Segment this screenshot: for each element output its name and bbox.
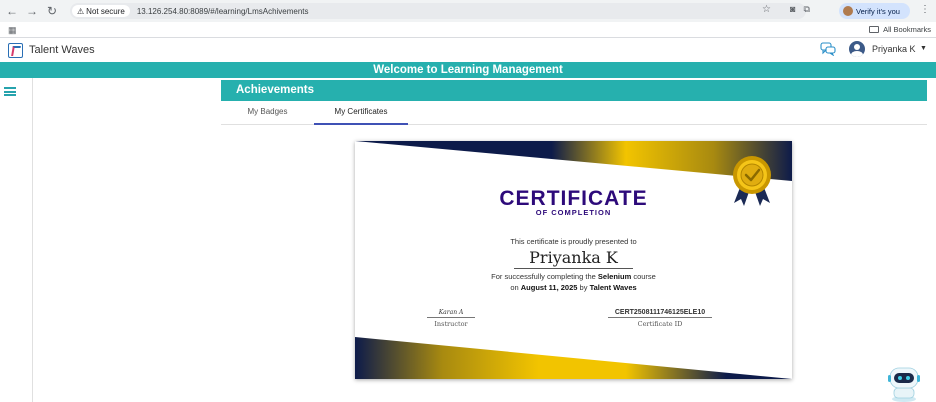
folder-icon	[869, 26, 880, 33]
apps-grid-icon[interactable]: ▦	[8, 25, 17, 36]
not-secure-label: Not secure	[86, 6, 125, 16]
certificate-card[interactable]: CERTIFICATE OF COMPLETION This certifica…	[355, 141, 792, 379]
app-header: Talent Waves Priyanka K ▼	[0, 38, 936, 62]
chatbot-robot-icon[interactable]	[884, 362, 924, 402]
chat-icon[interactable]	[820, 42, 836, 56]
tab-my-badges[interactable]: My Badges	[221, 101, 314, 125]
achievements-header: Achievements	[221, 80, 927, 101]
achievement-tabs: My Badges My Certificates	[221, 101, 927, 125]
extension-icons: ◙ ⧉	[790, 4, 810, 15]
url-text[interactable]: 13.126.254.80:8089/#/learning/LmsAchivem…	[137, 7, 309, 16]
talent-waves-logo[interactable]	[8, 43, 23, 58]
brand-name: Talent Waves	[29, 44, 95, 56]
verify-label: Verify it's you	[856, 6, 900, 16]
extensions-icon[interactable]: ⧉	[803, 4, 809, 15]
reload-icon[interactable]: ↻	[42, 4, 62, 18]
certificate-subtitle: OF COMPLETION	[535, 208, 612, 217]
back-icon[interactable]: ←	[2, 4, 22, 18]
instructor-signature-block: Karan A Instructor	[427, 309, 475, 328]
verify-profile-chip[interactable]: Verify it's you	[839, 3, 910, 19]
course-suffix: course	[633, 272, 656, 281]
date-line: on August 11, 2025 by Talent Waves	[355, 283, 792, 292]
sidebar	[0, 78, 33, 402]
certificate-id-block: CERT2508111746125ELE10 Certificate ID	[608, 309, 712, 328]
tab-my-certificates[interactable]: My Certificates	[314, 101, 408, 125]
camera-icon[interactable]: ◙	[790, 4, 795, 15]
browser-menu-icon[interactable]: ⋮	[920, 4, 930, 15]
certificate-id: CERT2508111746125ELE10	[608, 309, 712, 318]
user-name[interactable]: Priyanka K	[872, 44, 916, 54]
user-avatar[interactable]	[849, 41, 865, 57]
user-menu-caret-icon[interactable]: ▼	[920, 45, 927, 52]
browser-toolbar: ← → ↻ ⚠ Not secure 13.126.254.80:8089/#/…	[0, 0, 936, 22]
issuer-name: Talent Waves	[589, 283, 637, 292]
warning-icon: ⚠	[77, 6, 85, 16]
course-prefix: For successfully completing the	[491, 272, 596, 281]
profile-avatar-icon	[843, 6, 853, 16]
issuer-prefix: by	[579, 283, 588, 292]
hamburger-menu-icon[interactable]	[4, 87, 16, 96]
date-prefix: on	[510, 283, 519, 292]
recipient-name: Priyanka K	[514, 247, 633, 269]
bookmarks-bar: ▦ All Bookmarks	[0, 22, 936, 38]
instructor-label: Instructor	[434, 320, 468, 328]
all-bookmarks[interactable]: All Bookmarks	[869, 25, 931, 34]
all-bookmarks-label: All Bookmarks	[883, 25, 931, 34]
certificate-id-label: Certificate ID	[637, 320, 683, 328]
completion-date: August 11, 2025	[520, 283, 578, 292]
forward-icon[interactable]: →	[22, 4, 42, 18]
course-name: Selenium	[597, 272, 632, 281]
presented-to-text: This certificate is proudly presented to	[510, 237, 637, 246]
bookmark-star-icon[interactable]: ☆	[762, 4, 771, 15]
welcome-banner: Welcome to Learning Management	[0, 62, 936, 78]
not-secure-chip[interactable]: ⚠ Not secure	[72, 5, 130, 17]
course-line: For successfully completing the Selenium…	[355, 272, 792, 281]
instructor-signature: Karan A	[427, 309, 475, 318]
address-bar[interactable]: ⚠ Not secure 13.126.254.80:8089/#/learni…	[70, 3, 806, 19]
